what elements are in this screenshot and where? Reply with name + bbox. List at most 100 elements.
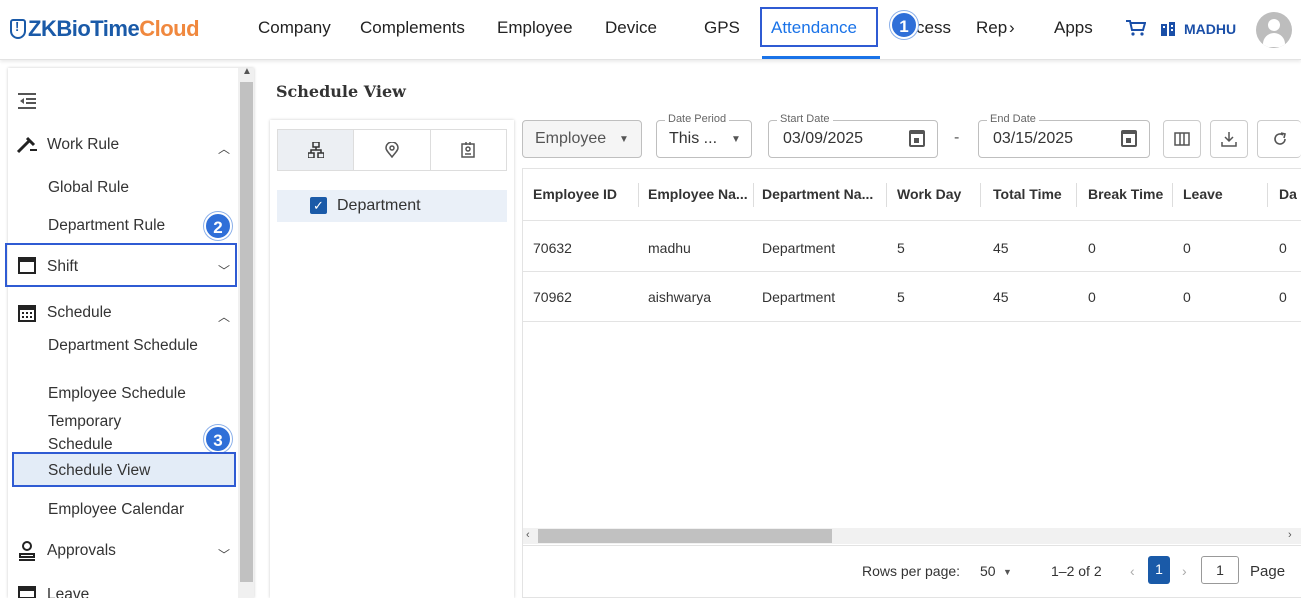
- nav-more-arrow[interactable]: ›: [1009, 18, 1015, 38]
- dropdown-caret-icon: ▼: [731, 134, 741, 145]
- goto-page-input[interactable]: 1: [1201, 556, 1239, 584]
- schedule-icon: [18, 305, 36, 322]
- organization-icon[interactable]: [1160, 22, 1176, 36]
- column-header[interactable]: Department Na...: [762, 186, 873, 202]
- chevron-down-icon[interactable]: ﹀: [218, 262, 230, 279]
- cell-work-day: 5: [897, 240, 905, 256]
- sidebar-scroll-thumb[interactable]: [240, 82, 253, 582]
- rows-per-page-select[interactable]: 50: [980, 563, 996, 579]
- cell-leave: 0: [1183, 289, 1191, 305]
- tab-department-tree[interactable]: [278, 130, 355, 170]
- step-badge-3: 3: [204, 425, 232, 453]
- refresh-button[interactable]: [1257, 120, 1301, 158]
- sidebar-item-department-schedule[interactable]: Department Schedule: [48, 334, 198, 357]
- user-name[interactable]: MADHU: [1184, 21, 1236, 37]
- work-rule-icon: [16, 136, 37, 154]
- column-header[interactable]: Employee ID: [533, 186, 617, 202]
- tree-tabs: [277, 129, 507, 171]
- badge-icon: [461, 142, 476, 158]
- nav-apps[interactable]: Apps: [1054, 18, 1093, 38]
- sidebar-item-temporary-schedule[interactable]: Temporary Schedule: [48, 410, 168, 456]
- download-icon: [1221, 132, 1237, 147]
- sidebar-item-employee-schedule[interactable]: Employee Schedule: [48, 382, 186, 405]
- column-header[interactable]: Total Time: [993, 186, 1062, 202]
- department-checkbox[interactable]: ✓: [310, 197, 327, 214]
- column-header[interactable]: Break Time: [1088, 186, 1163, 202]
- nav-complements[interactable]: Complements: [360, 18, 465, 38]
- sidebar-approvals[interactable]: Approvals: [47, 542, 116, 560]
- step-badge-2: 2: [204, 212, 232, 240]
- dropdown-caret-icon[interactable]: ▼: [1003, 567, 1012, 577]
- avatar[interactable]: [1256, 12, 1292, 48]
- calendar-icon: [18, 257, 36, 274]
- page-title: Schedule View: [276, 82, 406, 101]
- sidebar-item-global-rule[interactable]: Global Rule: [48, 176, 129, 199]
- scroll-up-icon[interactable]: ▲: [242, 66, 252, 77]
- column-header[interactable]: Employee Na...: [648, 186, 748, 202]
- approvals-icon: [19, 541, 35, 561]
- chevron-up-icon[interactable]: ︿: [218, 140, 230, 157]
- chevron-down-icon[interactable]: ﹀: [218, 546, 230, 563]
- column-header[interactable]: Work Day: [897, 186, 961, 202]
- cell-work-day: 5: [897, 289, 905, 305]
- sidebar-item-department-rule[interactable]: Department Rule: [48, 214, 165, 237]
- tree-node-label[interactable]: Department: [337, 197, 421, 215]
- sidebar-work-rule[interactable]: Work Rule: [47, 136, 119, 154]
- collapse-menu-icon[interactable]: [18, 93, 36, 109]
- leave-icon: [18, 586, 36, 598]
- prev-page-icon[interactable]: ‹: [1130, 563, 1135, 579]
- scroll-right-icon[interactable]: ›: [1288, 529, 1292, 541]
- end-date-field[interactable]: End Date 03/15/2025: [978, 113, 1150, 158]
- cell-day: 0: [1279, 289, 1287, 305]
- cell-employee-id: 70632: [533, 240, 572, 256]
- cell-day: 0: [1279, 240, 1287, 256]
- top-navbar: ZKBioTimeCloud Company Complements Emplo…: [0, 0, 1301, 60]
- calendar-picker-icon[interactable]: [1121, 130, 1137, 147]
- page-button-current[interactable]: 1: [1148, 556, 1170, 584]
- step-badge-1: 1: [890, 11, 918, 39]
- date-period-select[interactable]: Date Period This ... ▼: [656, 113, 752, 158]
- cell-total-time: 45: [993, 240, 1009, 256]
- cell-leave: 0: [1183, 240, 1191, 256]
- column-header[interactable]: Da: [1279, 186, 1297, 202]
- department-tree-icon: [307, 142, 324, 158]
- export-button[interactable]: [1210, 120, 1248, 158]
- calendar-picker-icon[interactable]: [909, 130, 925, 147]
- cell-department: Department: [762, 289, 836, 305]
- refresh-icon: [1273, 132, 1286, 145]
- column-header[interactable]: Leave: [1183, 186, 1223, 202]
- tab-badge[interactable]: [431, 130, 506, 170]
- group-by-select[interactable]: Employee ▼: [522, 120, 642, 158]
- date-range-separator: -: [954, 129, 960, 146]
- scroll-left-icon[interactable]: ‹: [526, 529, 530, 541]
- active-nav-underline: [762, 56, 880, 59]
- cell-employee-name: aishwarya: [648, 289, 712, 305]
- columns-button[interactable]: [1163, 120, 1201, 158]
- nav-company[interactable]: Company: [258, 18, 331, 38]
- cart-icon[interactable]: [1126, 20, 1146, 36]
- nav-reports[interactable]: Rep: [976, 18, 1007, 38]
- shield-logo-icon: [10, 19, 26, 39]
- nav-access[interactable]: cess: [916, 18, 951, 38]
- cell-department: Department: [762, 240, 836, 256]
- sidebar-item-employee-calendar[interactable]: Employee Calendar: [48, 498, 184, 521]
- app-logo[interactable]: ZKBioTimeCloud: [10, 16, 200, 42]
- nav-attendance[interactable]: Attendance: [771, 18, 857, 38]
- sidebar-schedule[interactable]: Schedule: [47, 304, 112, 322]
- cell-break-time: 0: [1088, 289, 1096, 305]
- horizontal-scroll-thumb[interactable]: [538, 529, 832, 543]
- tab-location[interactable]: [354, 130, 431, 170]
- cell-employee-name: madhu: [648, 240, 691, 256]
- cell-employee-id: 70962: [533, 289, 572, 305]
- chevron-up-icon[interactable]: ︿: [218, 308, 230, 325]
- sidebar-shift[interactable]: Shift: [47, 258, 78, 276]
- sidebar-item-schedule-view[interactable]: Schedule View: [48, 459, 150, 482]
- nav-gps[interactable]: GPS: [704, 18, 740, 38]
- next-page-icon[interactable]: ›: [1182, 563, 1187, 579]
- rows-per-page-label: Rows per page:: [862, 563, 961, 579]
- cell-break-time: 0: [1088, 240, 1096, 256]
- sidebar-leave[interactable]: Leave: [47, 586, 89, 598]
- nav-device[interactable]: Device: [605, 18, 657, 38]
- start-date-field[interactable]: Start Date 03/09/2025: [768, 113, 938, 158]
- nav-employee[interactable]: Employee: [497, 18, 573, 38]
